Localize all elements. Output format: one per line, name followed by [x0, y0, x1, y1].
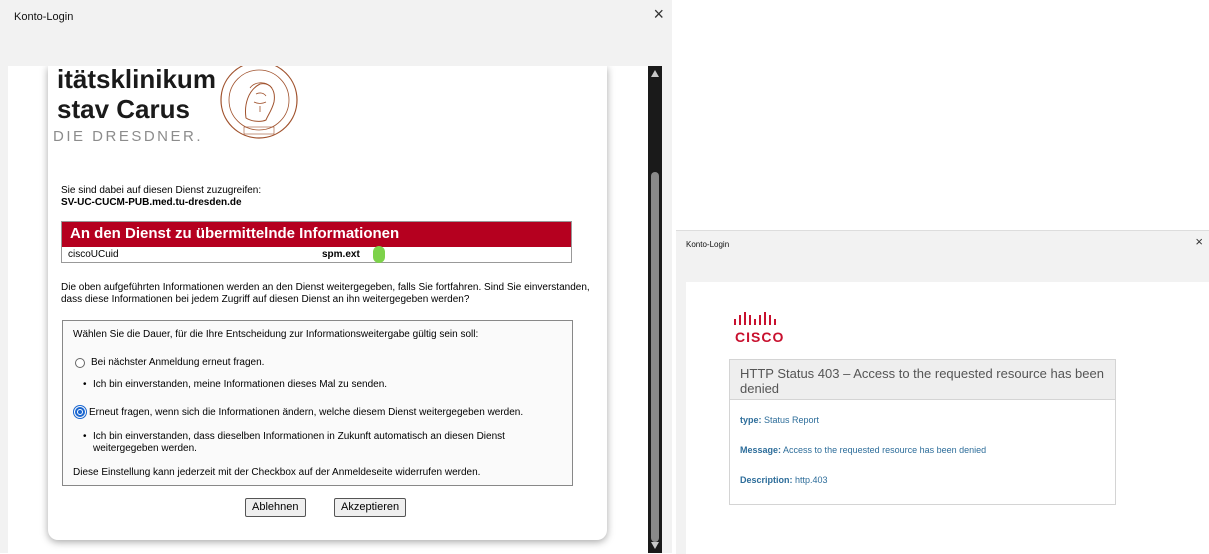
service-intro-line: Sie sind dabei auf diesen Dienst zuzugre…	[61, 185, 262, 196]
error-description-label: Description:	[740, 475, 793, 485]
consent-card: itätsklinikum stav Carus DIE DRESDNER. S…	[48, 66, 607, 540]
duration-prompt: Wählen Sie die Dauer, für die Ihre Entsc…	[73, 329, 479, 340]
cisco-logo-icon	[734, 312, 776, 325]
error-message-value: Access to the requested resource has bee…	[783, 445, 987, 455]
scroll-down-icon[interactable]	[651, 542, 659, 549]
info-key: ciscoUCuid	[68, 249, 119, 260]
logo-text-line1: itätsklinikum	[57, 66, 216, 94]
error-type-label: type:	[740, 415, 762, 425]
option-ask-on-change[interactable]: Erneut fragen, wenn sich die Information…	[73, 405, 523, 419]
left-dialog-close-icon[interactable]: ×	[653, 4, 664, 25]
revoke-note: Diese Einstellung kann jederzeit mit der…	[73, 467, 481, 478]
logo-text-line2: stav Carus	[57, 94, 190, 124]
radio-focus-ring	[73, 405, 87, 419]
option-ask-next-login-label: Bei nächster Anmeldung erneut fragen.	[91, 357, 265, 368]
error-description-line: Description: http.403	[740, 475, 828, 485]
info-table-header: An den Dienst zu übermittelnde Informati…	[62, 222, 571, 247]
info-value: spm.ext	[322, 249, 360, 260]
radio-ask-on-change[interactable]	[75, 407, 85, 417]
cisco-wordmark: CISCO	[735, 329, 785, 345]
carus-seal-icon	[220, 66, 298, 139]
right-dialog-window: Konto-Login × CISCO HTTP Status 403 – Ac…	[676, 230, 1209, 554]
error-box: HTTP Status 403 – Access to the requeste…	[729, 359, 1116, 505]
right-dialog-content: CISCO HTTP Status 403 – Access to the re…	[686, 282, 1209, 554]
accept-button[interactable]: Akzeptieren	[334, 498, 407, 517]
option2-bullet: Ich bin einverstanden, dass dieselben In…	[83, 431, 563, 455]
error-message-line: Message: Access to the requested resourc…	[740, 445, 986, 455]
scroll-up-icon[interactable]	[651, 70, 659, 77]
info-table-row: ciscoUCuid spm.ext	[62, 246, 571, 263]
service-intro: Sie sind dabei auf diesen Dienst zuzugre…	[61, 185, 261, 209]
option-ask-on-change-label: Erneut fragen, wenn sich die Information…	[89, 406, 524, 418]
info-table: An den Dienst zu übermittelnde Informati…	[61, 221, 572, 263]
left-dialog-window: Konto-Login × itätsklinikum stav Carus D…	[0, 0, 672, 553]
error-title: HTTP Status 403 – Access to the requeste…	[730, 360, 1115, 400]
logo-tagline: DIE DRESDNER.	[53, 128, 204, 145]
error-message-label: Message:	[740, 445, 782, 455]
left-dialog-titlebar: Konto-Login ×	[0, 0, 672, 36]
option-ask-next-login[interactable]: Bei nächster Anmeldung erneut fragen.	[75, 357, 264, 368]
redaction-mark	[373, 246, 385, 263]
left-dialog-title: Konto-Login	[14, 11, 74, 23]
duration-choice-box: Wählen Sie die Dauer, für die Ihre Entsc…	[62, 320, 573, 486]
option1-bullet: Ich bin einverstanden, meine Information…	[83, 379, 563, 391]
reject-button[interactable]: Ablehnen	[245, 498, 306, 517]
vertical-scrollbar[interactable]	[648, 66, 662, 553]
service-name: SV-UC-CUCM-PUB.med.tu-dresden.de	[61, 197, 242, 208]
scrollbar-thumb[interactable]	[651, 172, 659, 542]
left-dialog-content: itätsklinikum stav Carus DIE DRESDNER. S…	[8, 66, 648, 553]
error-type-value: Status Report	[764, 415, 820, 425]
error-type-line: type: Status Report	[740, 415, 819, 425]
error-description-value: http.403	[795, 475, 828, 485]
radio-ask-next-login[interactable]	[75, 357, 85, 368]
right-dialog-close-icon[interactable]: ×	[1195, 234, 1203, 249]
consent-description: Die oben aufgeführten Informationen werd…	[61, 282, 590, 305]
right-dialog-title: Konto-Login	[686, 240, 730, 249]
